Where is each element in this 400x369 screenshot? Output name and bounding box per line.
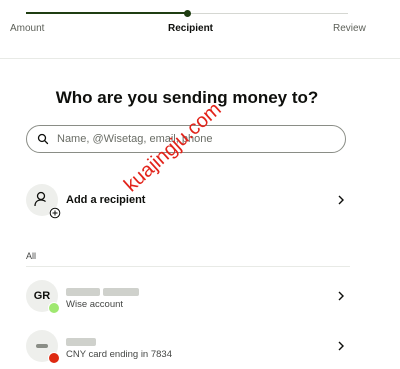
avatar [26, 330, 60, 364]
wise-badge-icon [48, 302, 60, 314]
china-flag-icon [48, 352, 60, 364]
progress-current-dot [184, 10, 191, 17]
add-recipient-avatar [26, 184, 61, 219]
recipient-subtitle: CNY card ending in 7834 [66, 349, 172, 360]
progress-fill [26, 12, 188, 14]
section-label-all: All [26, 251, 37, 261]
search-icon [37, 133, 49, 145]
chevron-right-icon [338, 195, 344, 205]
step-amount[interactable]: Amount [10, 23, 44, 34]
chevron-right-icon [338, 341, 344, 351]
recipient-name-redacted [66, 286, 140, 298]
page-title: Who are you sending money to? [55, 88, 319, 107]
recipient-name-redacted [66, 336, 96, 348]
section-divider [26, 266, 350, 267]
progress-stepper: Amount Recipient Review [0, 0, 400, 59]
recipient-row[interactable]: GR Wise account [26, 280, 350, 314]
chevron-right-icon [338, 291, 344, 301]
avatar: GR [26, 280, 60, 314]
add-recipient-button[interactable]: Add a recipient [26, 184, 350, 219]
step-recipient: Recipient [168, 23, 214, 34]
recipient-subtitle: Wise account [66, 299, 124, 310]
step-review: Review [333, 23, 366, 34]
plus-circle-icon [49, 207, 61, 219]
recipient-row[interactable]: CNY card ending in 7834 [26, 330, 350, 364]
